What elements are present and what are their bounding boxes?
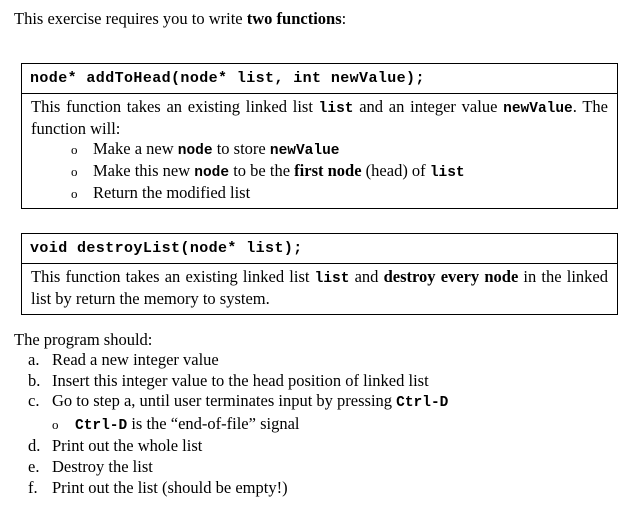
sub-text: is the “end-of-file” signal: [127, 413, 300, 433]
step-text: Insert this integer value to the head po…: [52, 370, 429, 390]
desc-text-1: This function takes an existing linked l…: [31, 267, 315, 286]
function-description-destroylist: This function takes an existing linked l…: [22, 264, 617, 314]
step-text: Print out the whole list: [52, 436, 203, 456]
step-label: b.: [28, 370, 41, 390]
step-code-ctrl-d: Ctrl-D: [396, 395, 449, 412]
list-item: Return the modified list: [31, 183, 608, 204]
list-item: Make this new node to be the first node …: [31, 161, 608, 183]
list-item: a. Read a new integer value: [14, 350, 624, 371]
bullet-text-1: Make this new: [93, 161, 195, 180]
addtohead-bullet-list: Make a new node to store newValue Make t…: [31, 139, 608, 204]
step-text: Read a new integer value: [52, 350, 219, 369]
step-text: Print out the list (should be empty!): [52, 477, 288, 497]
function-description-paragraph: This function takes an existing linked l…: [31, 97, 608, 139]
program-steps-list: a. Read a new integer value b. Insert this…: [14, 350, 624, 498]
bullet-text-2: to be the: [229, 161, 295, 180]
desc-code-list: list: [318, 101, 354, 117]
step-text: Destroy the list: [52, 456, 153, 476]
intro-text-after: :: [341, 9, 347, 28]
list-item: Ctrl-D is the “end-of-file” signal: [14, 414, 624, 437]
intro-text-before: This exercise requires you to write: [14, 9, 247, 28]
function-signature-row: void destroyList(node* list);: [22, 234, 617, 264]
step-label: d.: [28, 436, 41, 456]
function-signature-addtohead: node* addToHead(node* list, int newValue…: [30, 70, 425, 87]
program-heading: The program should:: [14, 330, 153, 349]
bullet-text-1: Make a new: [93, 139, 178, 158]
step-sublist-wrapper: Ctrl-D is the “end-of-file” signal: [14, 414, 624, 437]
bullet-text-1: Return the modified list: [93, 183, 251, 202]
bullet-code-node: node: [177, 143, 213, 159]
document-page: This exercise requires you to write two …: [0, 0, 643, 508]
list-item: f. Print out the list (should be empty!): [14, 478, 624, 499]
step-label: c.: [28, 391, 40, 411]
function-description-paragraph: This function takes an existing linked l…: [31, 267, 608, 309]
desc-bold-destroy-every-node: destroy every node: [383, 267, 519, 286]
function-box-addtohead: node* addToHead(node* list, int newValue…: [21, 63, 618, 209]
intro-text-bold: two functions: [246, 9, 342, 28]
intro-paragraph: This exercise requires you to write two …: [14, 9, 346, 29]
bullet-code-list: list: [429, 165, 465, 181]
function-box-destroylist: void destroyList(node* list); This funct…: [21, 233, 618, 315]
step-label: a.: [28, 350, 40, 369]
function-signature-row: node* addToHead(node* list, int newValue…: [22, 64, 617, 94]
list-item: Make a new node to store newValue: [31, 139, 608, 161]
list-item: e. Destroy the list: [14, 457, 624, 478]
bullet-text-3: (head) of: [361, 161, 430, 180]
desc-code-newvalue: newValue: [503, 101, 573, 117]
bullet-code-newvalue: newValue: [269, 143, 340, 159]
step-label: e.: [28, 456, 40, 476]
step-text: Go to step a, until user terminates inpu…: [52, 391, 397, 411]
sub-code-ctrl-d: Ctrl-D: [75, 417, 128, 434]
desc-code-list: list: [314, 271, 350, 287]
step-c-sublist: Ctrl-D is the “end-of-file” signal: [14, 414, 624, 437]
function-signature-destroylist: void destroyList(node* list);: [30, 240, 303, 257]
desc-text-2: and an integer value: [353, 97, 504, 116]
bullet-text-2: to store: [212, 139, 270, 158]
list-item: b. Insert this integer value to the head …: [14, 371, 624, 392]
list-item: d. Print out the whole list: [14, 436, 624, 457]
desc-text-2: and: [349, 267, 384, 286]
step-label: f.: [28, 477, 38, 497]
desc-text-1: This function takes an existing linked l…: [31, 97, 319, 116]
bullet-bold-first-node: first node: [294, 161, 362, 180]
list-item: c. Go to step a, until user terminates in…: [14, 391, 624, 414]
function-description-addtohead: This function takes an existing linked l…: [22, 94, 617, 208]
bullet-code-node: node: [194, 165, 230, 181]
